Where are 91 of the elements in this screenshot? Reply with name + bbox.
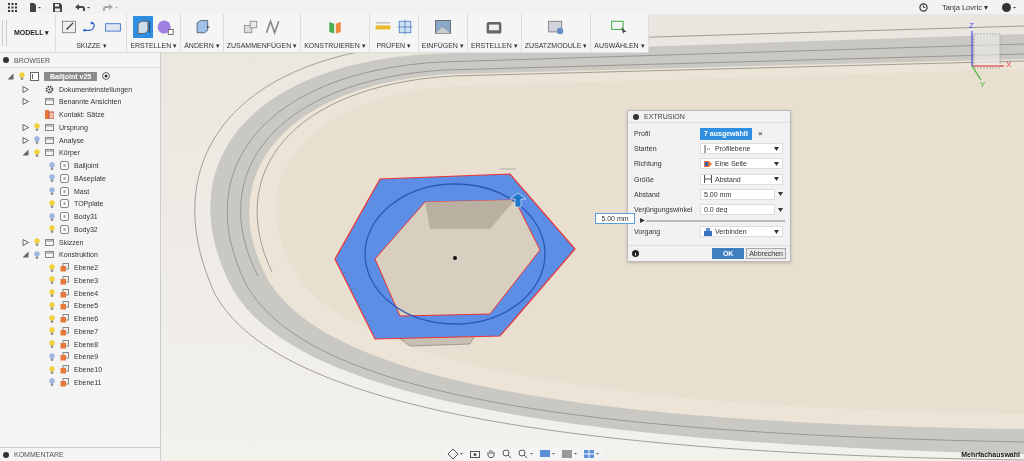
zigzag-icon [263,18,282,36]
lightbulb-icon[interactable] [34,250,40,259]
panel-toggle-icon[interactable] [3,451,9,458]
grid-icon[interactable] [562,449,578,459]
info-icon[interactable] [632,250,639,258]
extrude-arrow-icon[interactable] [509,192,527,208]
lightbulb-icon[interactable] [49,314,55,323]
tool-button[interactable] [132,16,153,38]
help-icon[interactable] [1002,2,1016,12]
gear-icon [45,84,54,94]
panel-toggle-icon[interactable] [633,113,639,120]
lightbulb-icon[interactable] [49,161,55,170]
body-icon [60,186,69,196]
slider-thumb[interactable] [640,218,645,224]
viewports-icon[interactable] [584,449,600,459]
x-axis-label: X [1006,61,1012,69]
apps-grid-icon[interactable] [8,2,17,12]
picture-icon [433,18,452,36]
lightbulb-icon[interactable] [34,123,40,132]
panel-toggle-icon[interactable] [3,57,9,63]
contact-set-icon [45,110,54,120]
caret-icon [774,177,779,182]
folder-icon [45,149,54,157]
lightbulb-icon[interactable] [49,327,55,336]
undo-icon[interactable] [74,2,90,12]
select-cursor-icon [610,18,629,36]
folder-icon [45,251,54,259]
y-axis-label: Y [980,81,986,89]
lightbulb-icon[interactable] [49,301,55,310]
join-icon [704,227,712,236]
expand-arrow-icon[interactable] [22,85,29,93]
zoom-icon[interactable] [502,449,512,459]
folder-icon [45,123,54,131]
body-icon [60,161,69,171]
redo-icon[interactable] [102,2,118,12]
lightbulb-icon[interactable] [49,352,55,361]
caret-icon [774,229,779,234]
expand-arrow-icon[interactable] [22,238,29,246]
collapse-arrow-icon[interactable] [22,251,29,259]
collapse-arrow-icon[interactable] [22,149,29,157]
clear-button[interactable]: × [757,129,763,139]
body-icon [60,212,69,222]
direction-icon [704,159,712,168]
lightbulb-icon[interactable] [49,365,55,374]
caret-icon [774,146,779,151]
caret-icon[interactable] [778,207,783,212]
zoom-window-icon[interactable] [518,449,534,459]
expand-arrow-icon[interactable] [22,123,29,131]
collapse-arrow-icon[interactable] [7,72,14,80]
caret-icon [774,161,779,166]
expand-arrow-icon[interactable] [22,136,29,144]
lightbulb-icon[interactable] [49,225,55,234]
lightbulb-icon[interactable] [49,378,55,387]
file-icon[interactable] [29,2,41,12]
display-settings-icon[interactable] [540,449,556,459]
orbit-icon[interactable] [448,449,464,459]
lightbulb-icon[interactable] [49,199,55,208]
body-icon [60,173,69,183]
sketch-pencil-icon [60,18,79,36]
distance-icon [704,175,712,184]
lightbulb-icon[interactable] [49,340,55,349]
folder-icon [45,238,54,246]
caret-icon[interactable] [778,192,783,197]
folder-icon [45,136,54,144]
lightbulb-icon[interactable] [19,72,25,81]
z-axis-label: Z [969,22,974,30]
lightbulb-icon[interactable] [49,187,55,196]
save-icon[interactable] [53,2,62,12]
lightbulb-icon[interactable] [34,136,40,145]
radio-icon[interactable] [102,72,111,81]
camera-icon[interactable] [470,449,480,459]
window-gear-icon [546,18,565,36]
lightbulb-icon[interactable] [49,212,55,221]
lightbulb-icon[interactable] [49,174,55,183]
lightbulb-icon[interactable] [34,148,40,157]
expand-arrow-icon[interactable] [22,98,29,106]
hexagon-profile[interactable] [334,173,576,340]
body-icon [60,199,69,209]
cubes-icon [241,18,260,36]
clock-icon[interactable] [918,2,928,12]
lightbulb-icon[interactable] [49,289,55,298]
sphere-icon [155,18,174,36]
lightbulb-icon[interactable] [49,276,55,285]
lightbulb-icon[interactable] [49,263,55,272]
lightbulb-icon[interactable] [34,238,40,247]
pan-hand-icon[interactable] [486,449,496,459]
section-grid-icon [395,18,414,36]
folder-icon [45,98,54,106]
body-icon [60,224,69,234]
component-icon [30,71,39,81]
plane-start-icon [704,144,712,153]
